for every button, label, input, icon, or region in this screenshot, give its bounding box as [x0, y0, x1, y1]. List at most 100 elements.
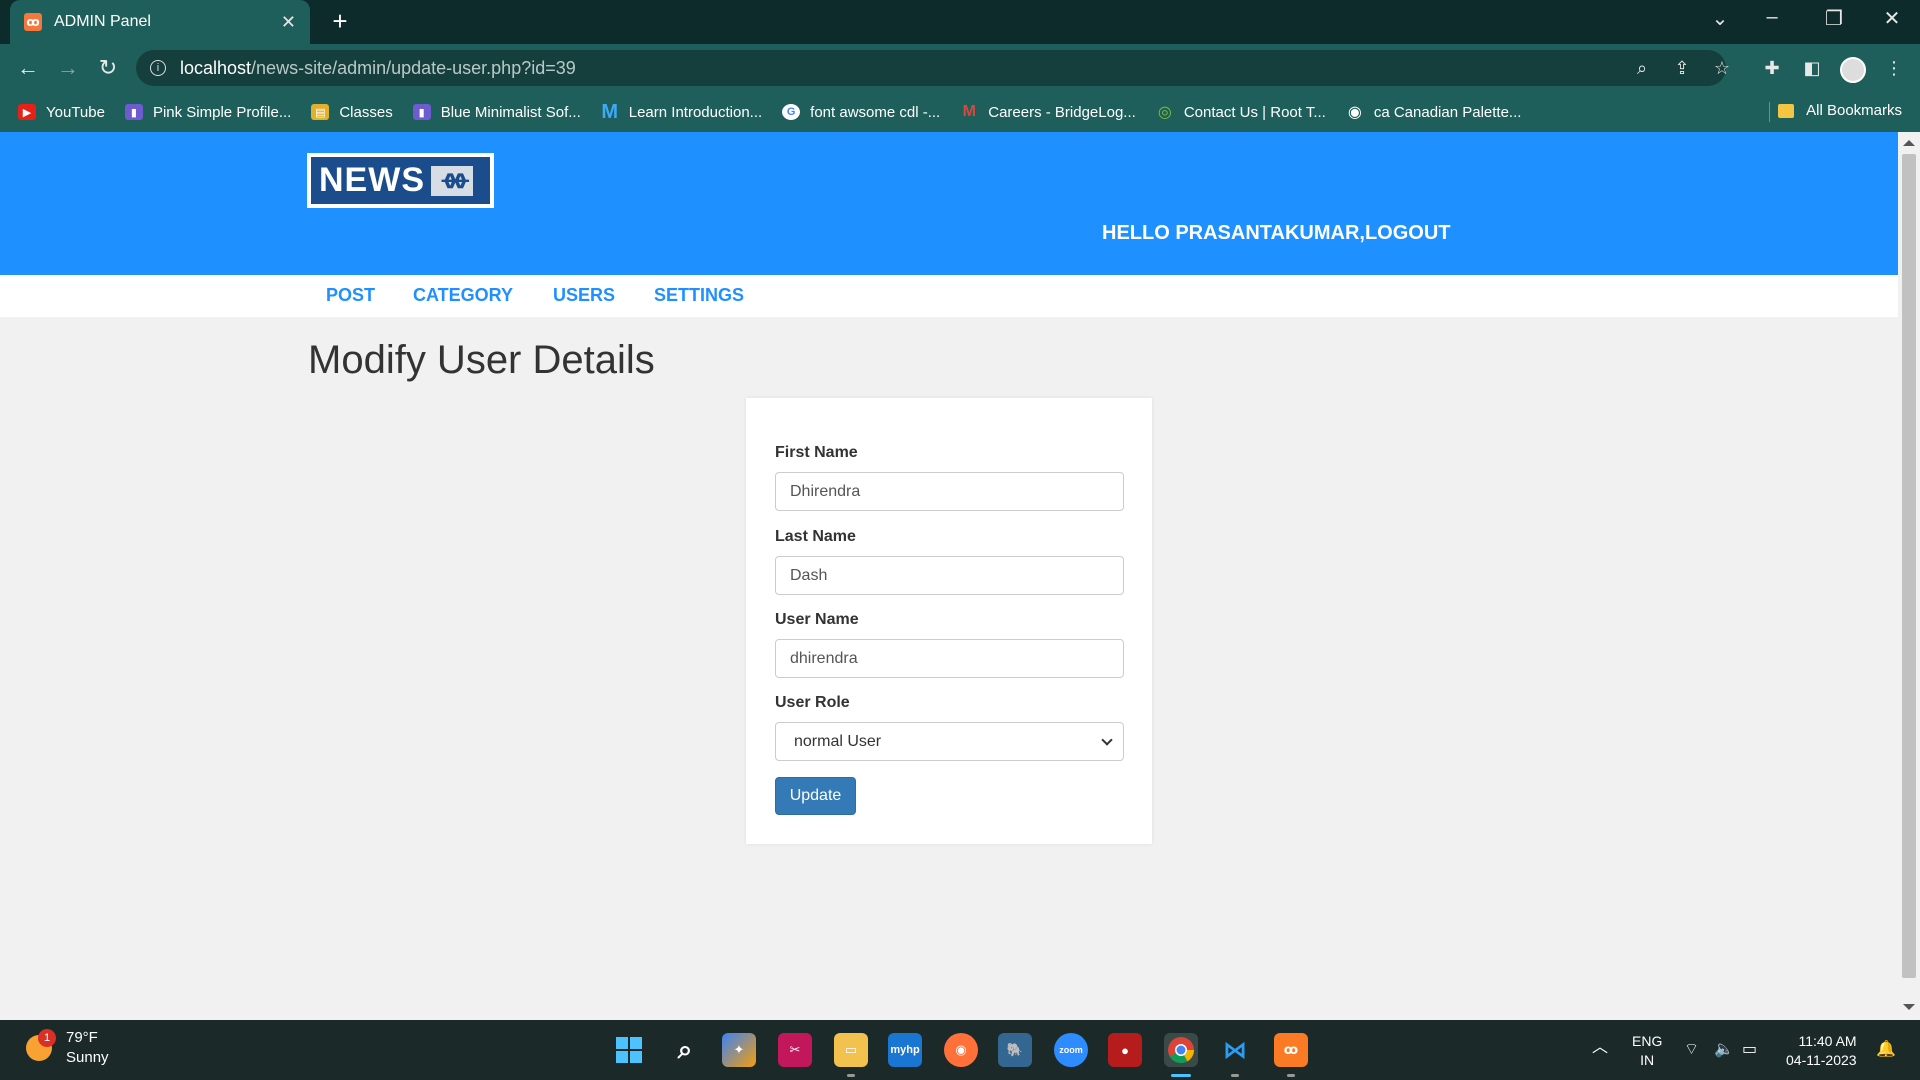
myhp-icon[interactable]: myhp: [888, 1033, 922, 1067]
menu-users[interactable]: USERS: [553, 285, 615, 306]
app-running-indicator: [847, 1074, 855, 1077]
bookmark-item[interactable]: ▤ Classes: [311, 104, 393, 121]
profile-avatar[interactable]: [1840, 57, 1866, 83]
first-name-field[interactable]: [775, 472, 1124, 511]
browser-toolbar: ← → ↻ i localhost/news-site/admin/update…: [0, 44, 1920, 92]
side-panel-icon[interactable]: ◧: [1798, 54, 1826, 82]
scroll-up-icon[interactable]: [1903, 140, 1915, 146]
first-name-label: First Name: [775, 444, 858, 461]
restore-icon[interactable]: ❐: [1814, 6, 1854, 31]
last-name-field[interactable]: [775, 556, 1124, 595]
scroll-thumb[interactable]: [1902, 154, 1916, 978]
language-indicator[interactable]: ENG IN: [1632, 1032, 1662, 1070]
browser-tab[interactable]: ꝏ ADMIN Panel ✕: [10, 0, 310, 44]
bookmark-label: Careers - BridgeLog...: [988, 103, 1136, 121]
bookmark-item[interactable]: M Learn Introduction...: [601, 100, 762, 123]
xampp-icon[interactable]: ꝏ: [1274, 1033, 1308, 1067]
clock[interactable]: 11:40 AM 04-11-2023: [1786, 1032, 1857, 1070]
logo-text: NEWS: [319, 161, 425, 199]
start-icon[interactable]: [612, 1033, 646, 1067]
browser-tab-strip: ꝏ ADMIN Panel ✕ + ⌄ – ❐ ✕: [0, 0, 1920, 44]
app-running-indicator: [1231, 1074, 1239, 1077]
more-menu-icon[interactable]: ⋮: [1880, 54, 1908, 82]
show-hidden-icons-icon[interactable]: ︿: [1592, 1038, 1608, 1057]
wifi-icon[interactable]: ⌔: [1684, 1040, 1699, 1059]
snipping-tool-icon[interactable]: ✂: [778, 1033, 812, 1067]
all-bookmarks-label: All Bookmarks: [1806, 102, 1902, 119]
weather-widget[interactable]: 1 79°F Sunny: [26, 1028, 109, 1068]
menu-settings[interactable]: SETTINGS: [654, 285, 744, 306]
xampp-favicon-icon: ꝏ: [24, 13, 42, 31]
share-icon[interactable]: ⇪: [1668, 54, 1696, 82]
url-path: /news-site/admin/update-user.php?id=39: [251, 57, 576, 78]
bookmark-item[interactable]: ◉ ca Canadian Palette...: [1346, 104, 1522, 122]
bookmarks-bar: ▶ YouTube ▮ Pink Simple Profile... ▤ Classe…: [0, 92, 1920, 132]
bookmark-label: font awsome cdl -...: [810, 103, 941, 121]
volume-icon[interactable]: 🔈: [1714, 1040, 1734, 1059]
bookmark-item[interactable]: M Careers - BridgeLog...: [960, 103, 1136, 121]
app-running-indicator: [1287, 1074, 1295, 1077]
vscode-icon[interactable]: ⋈: [1218, 1033, 1252, 1067]
app-active-indicator: [1171, 1074, 1191, 1077]
all-bookmarks-button[interactable]: All Bookmarks: [1778, 102, 1902, 119]
close-tab-icon[interactable]: ✕: [281, 12, 296, 33]
zoom-icon[interactable]: ⌕: [1628, 54, 1656, 82]
screen-recorder-icon[interactable]: ●: [1108, 1033, 1142, 1067]
m-logo-icon: M: [601, 100, 619, 123]
scroll-down-icon[interactable]: [1903, 1004, 1915, 1010]
user-name-field[interactable]: [775, 639, 1124, 678]
bookmark-item[interactable]: ▮ Blue Minimalist Sof...: [412, 104, 581, 121]
windows-taskbar: 1 79°F Sunny ⌕ ✦ ✂ ▭ myhp ◉ 🐘 zoom ● ⋈ ꝏ…: [0, 1020, 1920, 1080]
site-header: NEWS ᚖᚖ HELLO PRASANTAKUMAR,LOGOUT: [0, 132, 1898, 275]
extensions-icon[interactable]: ✚: [1758, 54, 1786, 82]
greeting-logout-link[interactable]: HELLO PRASANTAKUMAR,LOGOUT: [1102, 222, 1451, 245]
notification-badge: 1: [38, 1029, 56, 1047]
user-name-label: User Name: [775, 611, 859, 628]
reload-icon[interactable]: ↻: [94, 54, 122, 82]
url-host: localhost: [180, 57, 252, 78]
user-role-select[interactable]: normal User: [775, 722, 1124, 761]
temperature: 79°F: [66, 1029, 98, 1046]
file-explorer-icon[interactable]: ▭: [834, 1033, 868, 1067]
update-button[interactable]: Update: [775, 777, 856, 815]
canva-icon: ▮: [124, 104, 143, 120]
notifications-icon[interactable]: 🔔: [1876, 1040, 1896, 1059]
page-title: Modify User Details: [308, 338, 655, 382]
weather-condition: Sunny: [66, 1049, 109, 1066]
last-name-label: Last Name: [775, 528, 856, 545]
date: 04-11-2023: [1786, 1052, 1857, 1068]
youtube-icon: ▶: [18, 104, 36, 120]
close-window-icon[interactable]: ✕: [1872, 6, 1912, 31]
forward-icon[interactable]: →: [54, 54, 82, 82]
address-bar[interactable]: i localhost/news-site/admin/update-user.…: [136, 50, 1726, 86]
bookmark-item[interactable]: ◎ Contact Us | Root T...: [1156, 104, 1326, 122]
tab-title: ADMIN Panel: [54, 13, 151, 30]
bookmark-label: YouTube: [46, 103, 105, 121]
chrome-icon[interactable]: [1164, 1033, 1198, 1067]
firefox-icon[interactable]: ◉: [944, 1033, 978, 1067]
bookmark-star-icon[interactable]: ☆: [1708, 54, 1736, 82]
chevron-down-icon: [1101, 733, 1113, 746]
back-icon[interactable]: ←: [14, 54, 42, 82]
menu-post[interactable]: POST: [326, 285, 375, 306]
menu-category[interactable]: CATEGORY: [413, 285, 513, 306]
bookmark-item[interactable]: ▮ Pink Simple Profile...: [124, 104, 291, 121]
battery-icon[interactable]: ▭: [1742, 1040, 1757, 1059]
search-icon[interactable]: ⌕: [668, 1033, 702, 1067]
postgresql-icon[interactable]: 🐘: [998, 1033, 1032, 1067]
bookmark-item[interactable]: Gfont awsome cdl -...: [782, 104, 940, 121]
copilot-icon[interactable]: ✦: [722, 1033, 756, 1067]
site-info-icon[interactable]: i: [150, 60, 166, 76]
site-logo[interactable]: NEWS ᚖᚖ: [307, 153, 494, 208]
weather-text: 79°F Sunny: [66, 1028, 109, 1068]
logo-inner: NEWS ᚖᚖ: [311, 157, 490, 204]
tab-search-icon[interactable]: ⌄: [1700, 6, 1740, 31]
new-tab-button[interactable]: +: [326, 8, 354, 36]
language-code: ENG: [1632, 1033, 1663, 1049]
zoom-icon[interactable]: zoom: [1054, 1033, 1088, 1067]
bookmarks-divider: [1769, 102, 1770, 122]
bookmark-item[interactable]: ▶ YouTube: [18, 104, 105, 121]
page-scrollbar[interactable]: [1898, 132, 1920, 1020]
minimize-icon[interactable]: –: [1752, 6, 1792, 29]
folder-icon: [1778, 103, 1795, 118]
